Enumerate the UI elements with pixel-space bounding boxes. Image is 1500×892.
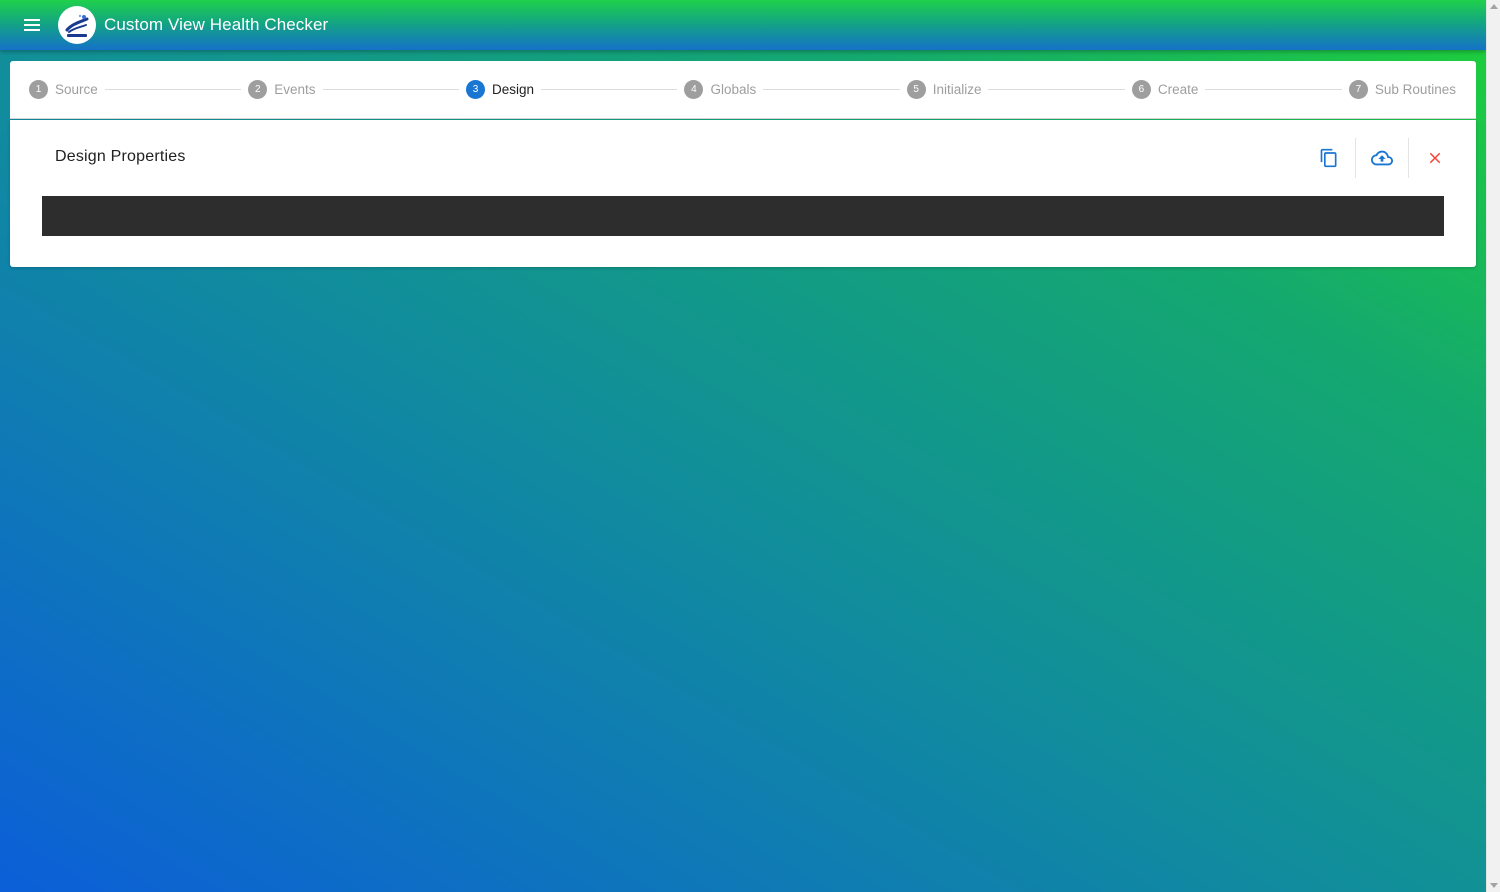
- page-scrollbar[interactable]: [1486, 0, 1500, 892]
- step-connector: [104, 89, 242, 90]
- step-design[interactable]: 3 Design: [465, 80, 534, 99]
- step-events[interactable]: 2 Events: [248, 80, 316, 99]
- app-logo-icon: [58, 6, 96, 44]
- step-number: 6: [1131, 80, 1151, 99]
- step-globals[interactable]: 4 Globals: [684, 80, 756, 99]
- copy-icon: [1320, 148, 1337, 168]
- step-source[interactable]: 1 Source: [29, 80, 98, 99]
- step-connector: [322, 89, 459, 90]
- cloud-upload-icon: [1371, 150, 1393, 166]
- close-button[interactable]: [1409, 138, 1461, 178]
- hamburger-menu-icon[interactable]: [20, 13, 44, 37]
- step-connector: [763, 89, 900, 90]
- step-label: Design: [491, 82, 534, 97]
- step-label: Source: [55, 82, 98, 97]
- upload-button[interactable]: [1356, 138, 1408, 178]
- app-title: Custom View Health Checker: [104, 15, 329, 34]
- stepper: 1 Source 2 Events 3 Design 4 Globals 5 I…: [10, 61, 1476, 119]
- code-editor[interactable]: [42, 196, 1444, 236]
- step-label: Sub Routines: [1374, 82, 1456, 97]
- step-connector: [988, 89, 1125, 90]
- copy-button[interactable]: [1303, 138, 1355, 178]
- step-connector: [1205, 89, 1342, 90]
- step-number: 4: [684, 80, 704, 99]
- step-number: 2: [248, 80, 268, 99]
- step-label: Globals: [710, 82, 757, 97]
- step-number: 3: [465, 80, 485, 99]
- close-icon: [1429, 152, 1441, 164]
- step-sub-routines[interactable]: 7 Sub Routines: [1348, 80, 1456, 99]
- design-properties-card: Design Properties: [10, 120, 1476, 267]
- card-actions: [1303, 138, 1461, 178]
- step-connector: [541, 89, 678, 90]
- scroll-down-icon[interactable]: [1490, 883, 1498, 888]
- step-label: Events: [274, 82, 316, 97]
- step-number: 5: [906, 80, 926, 99]
- card-title: Design Properties: [55, 148, 186, 165]
- step-create[interactable]: 6 Create: [1131, 80, 1199, 99]
- step-initialize[interactable]: 5 Initialize: [906, 80, 982, 99]
- step-label: Initialize: [932, 82, 982, 97]
- step-number: 7: [1348, 80, 1368, 99]
- app-bar: Custom View Health Checker: [0, 0, 1486, 50]
- step-label: Create: [1157, 82, 1199, 97]
- step-number: 1: [29, 80, 48, 99]
- scroll-up-icon[interactable]: [1490, 4, 1498, 9]
